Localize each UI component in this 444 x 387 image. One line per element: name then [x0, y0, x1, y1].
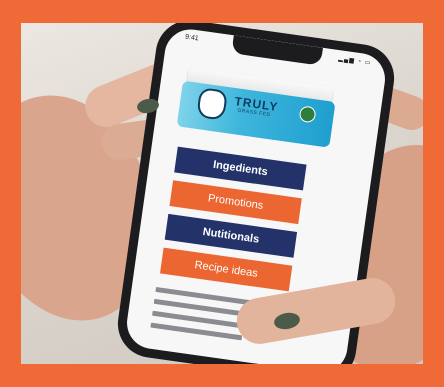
photo: 9:41 ▂▄▆ ◔ ▭ TRULY GRASS FED Ingedients … — [21, 23, 423, 364]
status-time: 9:41 — [184, 33, 200, 43]
product-image: TRULY GRASS FED — [175, 67, 336, 157]
orange-frame: 9:41 ▂▄▆ ◔ ▭ TRULY GRASS FED Ingedients … — [0, 0, 444, 387]
status-icons: ▂▄▆ ◔ ▭ — [338, 56, 372, 67]
